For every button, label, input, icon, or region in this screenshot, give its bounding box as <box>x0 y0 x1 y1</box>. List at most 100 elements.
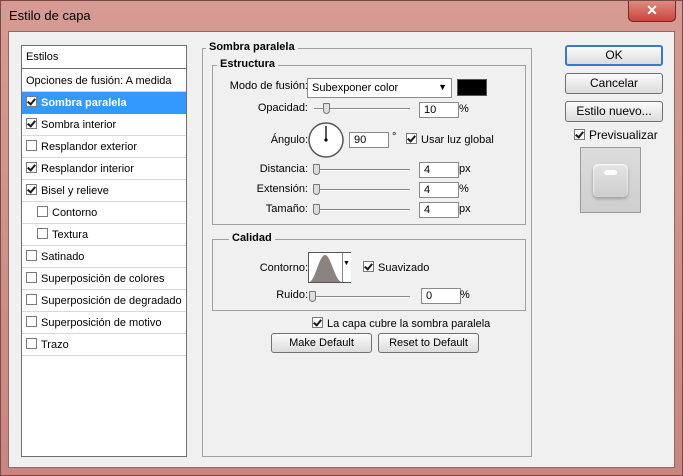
antialias-label: Suavizado <box>378 262 430 274</box>
styles-header[interactable]: Estilos <box>22 46 186 69</box>
blend-options-label: Opciones de fusión: A medida <box>26 75 172 87</box>
spread-slider-track[interactable] <box>314 189 410 191</box>
chevron-down-icon: ▼ <box>438 82 447 92</box>
opacity-unit: % <box>459 103 469 115</box>
sidebar-item[interactable]: Superposición de colores <box>22 268 186 290</box>
angle-input[interactable]: 90 <box>349 132 389 148</box>
distance-slider-thumb[interactable] <box>313 164 320 175</box>
sidebar-item-checkbox[interactable] <box>26 118 37 129</box>
sidebar-item[interactable]: Bisel y relieve <box>22 180 186 202</box>
sidebar-item[interactable]: Textura <box>22 224 186 246</box>
sidebar-item-checkbox[interactable] <box>37 228 48 239</box>
preview-label: Previsualizar <box>589 128 658 142</box>
blend-mode-value: Subexponer color <box>312 82 399 94</box>
noise-unit: % <box>460 289 470 301</box>
sidebar-item-checkbox[interactable] <box>26 96 37 107</box>
quality-title: Calidad <box>229 232 275 244</box>
sidebar-item-label: Resplandor exterior <box>41 141 137 153</box>
sidebar-item[interactable]: Superposición de degradado <box>22 290 186 312</box>
noise-input[interactable]: 0 <box>421 288 461 304</box>
sidebar-item-label: Satinado <box>41 251 85 263</box>
spread-input[interactable]: 4 <box>419 182 459 198</box>
angle-unit: ° <box>392 131 397 143</box>
spread-slider-thumb[interactable] <box>313 184 320 195</box>
global-light-label: Usar luz global <box>421 134 494 146</box>
blend-mode-select[interactable]: Subexponer color ▼ <box>307 78 452 98</box>
layer-style-dialog: Estilo de capa ✕ Estilos Opciones de fus… <box>0 0 683 476</box>
angle-label: Ángulo: <box>270 134 308 146</box>
distance-unit: px <box>459 163 471 175</box>
noise-slider-track[interactable] <box>310 296 410 298</box>
sidebar-item-checkbox[interactable] <box>26 338 37 349</box>
blend-options-item[interactable]: Opciones de fusión: A medida <box>22 70 186 92</box>
sidebar-item-checkbox[interactable] <box>26 316 37 327</box>
sidebar-item-checkbox[interactable] <box>26 184 37 195</box>
noise-label: Ruido: <box>276 289 308 301</box>
opacity-label: Opacidad: <box>257 102 308 114</box>
sidebar-item-label: Bisel y relieve <box>41 185 109 197</box>
contour-picker[interactable]: ▼ <box>308 252 351 283</box>
sidebar-item[interactable]: Resplandor interior <box>22 158 186 180</box>
knockout-check[interactable] <box>312 317 323 328</box>
knockout-label: La capa cubre la sombra paralela <box>327 318 491 330</box>
angle-dial-center <box>324 138 328 142</box>
distance-input[interactable]: 4 <box>419 162 459 178</box>
sidebar-item-label: Contorno <box>52 207 98 219</box>
knockout-checkbox[interactable]: La capa cubre la sombra paralela <box>312 317 490 330</box>
structure-title: Estructura <box>217 58 279 70</box>
distance-slider-track[interactable] <box>314 169 410 171</box>
sidebar-item[interactable]: Trazo <box>22 334 186 356</box>
new-style-button[interactable]: Estilo nuevo... <box>565 101 663 122</box>
preview-swatch <box>593 164 628 197</box>
sidebar-item-label: Sombra interior <box>41 119 117 131</box>
sidebar-item-checkbox[interactable] <box>26 294 37 305</box>
spread-unit: % <box>459 183 469 195</box>
sidebar-item-checkbox[interactable] <box>37 206 48 217</box>
sidebar-item-label: Superposición de motivo <box>41 317 162 329</box>
quality-group <box>212 239 526 311</box>
close-button[interactable]: ✕ <box>628 1 676 22</box>
sidebar-item-checkbox[interactable] <box>26 162 37 173</box>
sidebar-item-label: Superposición de colores <box>41 273 165 285</box>
preview-checkbox[interactable]: Previsualizar <box>574 128 658 142</box>
sidebar-item-checkbox[interactable] <box>26 250 37 261</box>
opacity-input[interactable]: 10 <box>419 102 459 118</box>
sidebar-item-checkbox[interactable] <box>26 140 37 151</box>
make-default-button[interactable]: Make Default <box>271 333 372 353</box>
global-light-check[interactable] <box>406 133 417 144</box>
angle-dial[interactable] <box>307 121 345 159</box>
title-bar[interactable]: Estilo de capa ✕ <box>1 1 682 31</box>
noise-slider-thumb[interactable] <box>309 291 316 302</box>
size-slider-track[interactable] <box>314 209 410 211</box>
shadow-color-swatch[interactable] <box>457 79 487 96</box>
section-title: Sombra paralela <box>206 41 298 53</box>
antialias-checkbox[interactable]: Suavizado <box>363 261 429 274</box>
sidebar-item[interactable]: Sombra interior <box>22 114 186 136</box>
size-label: Tamaño: <box>265 203 308 215</box>
sidebar-item[interactable]: Satinado <box>22 246 186 268</box>
sidebar-item[interactable]: Sombra paralela <box>22 92 186 114</box>
size-unit: px <box>459 203 471 215</box>
sidebar-item-label: Sombra paralela <box>41 97 127 109</box>
sidebar-item[interactable]: Contorno <box>22 202 186 224</box>
global-light-checkbox[interactable]: Usar luz global <box>406 133 494 146</box>
blend-mode-label: Modo de fusión: <box>229 80 308 92</box>
ok-button[interactable]: OK <box>565 45 663 66</box>
opacity-slider-thumb[interactable] <box>323 103 330 114</box>
style-preview <box>580 147 641 213</box>
reset-default-button[interactable]: Reset to Default <box>378 333 479 353</box>
preview-check[interactable] <box>574 129 585 140</box>
cancel-button[interactable]: Cancelar <box>565 73 663 94</box>
sidebar-item[interactable]: Superposición de motivo <box>22 312 186 334</box>
antialias-check[interactable] <box>363 261 374 272</box>
sidebar-item[interactable]: Resplandor exterior <box>22 136 186 158</box>
close-icon: ✕ <box>646 2 658 18</box>
sidebar-item-checkbox[interactable] <box>26 272 37 283</box>
preview-highlight <box>604 170 617 175</box>
size-input[interactable]: 4 <box>419 202 459 218</box>
sidebar-item-label: Textura <box>52 229 89 241</box>
dialog-body: Estilos Opciones de fusión: A medida Som… <box>8 31 675 468</box>
size-slider-thumb[interactable] <box>313 204 320 215</box>
contour-dropdown[interactable]: ▼ <box>342 253 351 282</box>
contour-label: Contorno: <box>259 262 308 274</box>
